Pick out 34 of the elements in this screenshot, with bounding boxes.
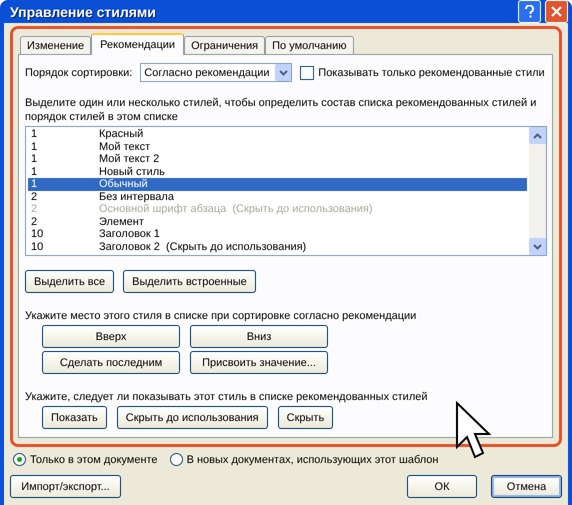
- sort-label: Порядок сортировки:: [25, 66, 132, 78]
- list-hint: Выделите один или несколько стилей, чтобы определить состав списка рекомендованных стилей и порядок стилей в этом списке: [25, 96, 538, 124]
- visibility-button[interactable]: Скрыть: [278, 406, 334, 429]
- sort-dropdown[interactable]: Согласно рекомендации: [140, 63, 292, 82]
- window-title: Управление стилями: [10, 4, 157, 20]
- style-item[interactable]: 1 Обычный: [28, 178, 527, 190]
- import-export-button[interactable]: Импорт/экспорт...: [10, 475, 121, 498]
- position-button[interactable]: Сделать последним: [42, 351, 180, 374]
- tab[interactable]: По умолчанию: [265, 36, 354, 54]
- visibility-hint: Укажите, следует ли показывать этот стиль в списке рекомендованных стилей: [25, 391, 429, 403]
- style-item[interactable]: 2 Элемент: [28, 216, 527, 228]
- ok-button[interactable]: ОК: [407, 475, 477, 498]
- select-button[interactable]: Выделить все: [25, 270, 114, 293]
- style-item[interactable]: 1 Мой текст 2: [28, 153, 527, 166]
- style-item[interactable]: 2 Без интервала: [28, 190, 527, 203]
- tab[interactable]: Ограничения: [184, 36, 266, 54]
- style-item[interactable]: 10 Заголовок 2 (Скрыть до использования): [28, 240, 527, 253]
- style-item[interactable]: 10 Заголовок 1: [28, 228, 527, 240]
- cancel-button[interactable]: Отмена: [491, 475, 562, 498]
- visibility-button[interactable]: Скрыть до использования: [116, 406, 268, 429]
- scope-radio[interactable]: В новых документах, использующих этот шаблон: [170, 453, 438, 466]
- style-item[interactable]: 1 Мой текст: [28, 140, 527, 153]
- recommended-only-checkbox[interactable]: Показывать только рекомендованные стили: [300, 66, 545, 80]
- position-hint: Укажите место этого стиля в списке при сортировке согласно рекомендации: [25, 310, 418, 322]
- position-button[interactable]: Вниз: [190, 325, 328, 348]
- style-item[interactable]: 1 Красный: [28, 128, 527, 140]
- visibility-button[interactable]: Показать: [42, 406, 107, 429]
- style-item[interactable]: 1 Новый стиль: [28, 166, 527, 178]
- tab[interactable]: Изменение: [20, 36, 92, 54]
- position-button[interactable]: Присвоить значение...: [190, 351, 328, 374]
- tab[interactable]: Рекомендации: [91, 33, 184, 55]
- scope-radio[interactable]: Только в этом документе: [13, 453, 158, 466]
- select-button[interactable]: Выделить встроенные: [123, 270, 256, 293]
- position-button[interactable]: Вверх: [42, 325, 180, 348]
